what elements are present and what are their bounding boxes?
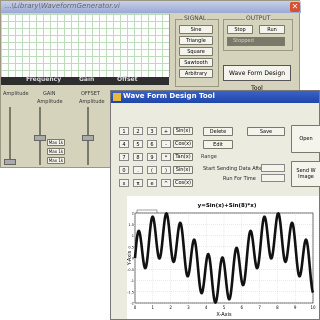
amplitude-slider-thumb[interactable] <box>4 159 16 165</box>
output-label: OUTPUT <box>245 15 272 22</box>
arbitrary-button[interactable]: Arbitrary <box>179 69 213 78</box>
key-x[interactable]: x <box>119 179 129 187</box>
y-tick-label: -2 <box>131 302 135 306</box>
square-button[interactable]: Square <box>179 47 213 56</box>
send-image-button[interactable]: Send W Image <box>291 161 320 187</box>
sin-function-button-2[interactable]: Sin(x) <box>173 166 193 174</box>
x-axis-label: X-Axis <box>216 312 232 318</box>
y-tick-label: -0.5 <box>127 268 134 272</box>
key-9[interactable]: 9 <box>147 153 157 161</box>
x-tick-label: 7 <box>258 305 261 310</box>
key-minus[interactable]: - <box>161 140 171 148</box>
run-for-label: Run For Time <box>223 176 256 182</box>
tan-function-button[interactable]: Tan(x) <box>173 153 193 161</box>
key-7[interactable]: 7 <box>119 153 129 161</box>
max-button-2[interactable]: Max 1k <box>47 148 65 155</box>
amplitude-group-label: Amplitude <box>3 91 29 97</box>
y-tick-label: 0.5 <box>128 245 134 249</box>
run-for-input[interactable] <box>261 174 285 182</box>
edit-button[interactable]: Edit <box>203 140 233 149</box>
stop-button[interactable]: Stop <box>227 25 253 34</box>
signal-label: SIGNAL <box>183 15 208 22</box>
max-button-1[interactable]: Max 1k <box>47 139 65 146</box>
key-0[interactable]: 0 <box>119 166 129 174</box>
x-tick-label: 10 <box>310 305 316 310</box>
app-icon <box>113 93 121 101</box>
key-open-paren[interactable]: ( <box>147 166 157 174</box>
key-2[interactable]: 2 <box>133 127 143 135</box>
run-button[interactable]: Run <box>259 25 285 34</box>
key-dot[interactable]: . <box>133 166 143 174</box>
key-6[interactable]: 6 <box>147 140 157 148</box>
triangle-button[interactable]: Triangle <box>179 36 213 45</box>
y-tick-label: -1 <box>131 279 135 283</box>
waveform-display <box>1 14 170 77</box>
key-4[interactable]: 4 <box>119 140 129 148</box>
offset-group-label: OFFSET <box>81 91 100 97</box>
key-e[interactable]: e <box>147 179 157 187</box>
cos-function-button[interactable]: Cos(x) <box>173 140 193 148</box>
x-tick-label: 0 <box>134 305 137 310</box>
x-tick-label: 9 <box>294 305 297 310</box>
amplitude-slider-track[interactable] <box>9 107 11 165</box>
y-axis-label: Y-Axis <box>127 250 133 266</box>
x-tick-label: 1 <box>152 305 155 310</box>
title-bar: ...\Library\WaveformGenerator.vi ✕ <box>1 1 301 13</box>
close-icon[interactable]: ✕ <box>290 2 300 12</box>
offset-label: Offset <box>117 76 138 83</box>
key-pi[interactable]: π <box>133 179 143 187</box>
key-3[interactable]: 3 <box>147 127 157 135</box>
y-tick-label: -1.5 <box>127 290 134 294</box>
y-tick-label: 1.5 <box>128 223 134 227</box>
chart-title: y=Sin(x)+Sin(8)*x) <box>198 203 257 209</box>
cos-function-button-2[interactable]: Cos(x) <box>173 179 193 187</box>
gain-amplitude-label: Amplitude <box>37 99 63 105</box>
key-plus[interactable]: + <box>161 127 171 135</box>
start-sending-label: Start Sending Data After <box>203 166 265 172</box>
offset-slider-thumb[interactable] <box>82 135 94 141</box>
key-8[interactable]: 8 <box>133 153 143 161</box>
sin-function-button[interactable]: Sin(x) <box>173 127 193 135</box>
output-status: Stopped <box>227 37 285 46</box>
wave-chart: y=Sin(x)+Sin(8)*x) 0 1 2 3 4 5 6 7 8 9 1021.510.50… <box>127 196 319 319</box>
gain-group-label: GAIN <box>43 91 56 97</box>
x-tick-label: 5 <box>223 305 226 310</box>
y-tick-label: 2 <box>132 212 134 216</box>
open-button[interactable]: Open <box>291 125 320 153</box>
x-tick-label: 3 <box>187 305 190 310</box>
sine-button[interactable]: Sine <box>179 25 213 34</box>
save-button[interactable]: Save <box>247 127 285 136</box>
window-title: ...\Library\WaveformGenerator.vi <box>5 2 120 10</box>
gain-slider-thumb[interactable] <box>34 135 46 141</box>
range-label: Range <box>201 154 217 160</box>
x-tick-label: 4 <box>205 305 208 310</box>
design-tool-button[interactable]: Wave Form Design Tool <box>223 65 291 92</box>
key-1[interactable]: 1 <box>119 127 129 135</box>
design-window-title: Wave Form Design Tool <box>123 92 215 100</box>
x-tick-label: 2 <box>169 305 172 310</box>
x-tick-label: 8 <box>276 305 279 310</box>
gain-label: Gain <box>79 76 95 83</box>
key-multiply[interactable]: * <box>161 153 171 161</box>
y-tick-label: 1 <box>132 234 134 238</box>
sawtooth-button[interactable]: Sawtooth <box>179 58 213 67</box>
key-power[interactable]: ^ <box>161 179 171 187</box>
key-5[interactable]: 5 <box>133 140 143 148</box>
offset-amplitude-label: Amplitude <box>79 99 105 105</box>
design-tool-window: Wave Form Design Tool 1 2 3 + 4 5 6 - 7 … <box>110 90 320 320</box>
frequency-label: Frequency <box>26 76 62 83</box>
status-bar: Frequency Gain Offset <box>1 76 169 85</box>
x-tick-label: 6 <box>241 305 244 310</box>
output-group <box>223 19 293 51</box>
design-title-bar: Wave Form Design Tool <box>111 91 319 103</box>
delete-button[interactable]: Delete <box>203 127 233 136</box>
max-button-3[interactable]: Max 1k <box>47 157 65 164</box>
start-sending-input[interactable] <box>261 164 285 172</box>
key-close-paren[interactable]: ) <box>161 166 171 174</box>
